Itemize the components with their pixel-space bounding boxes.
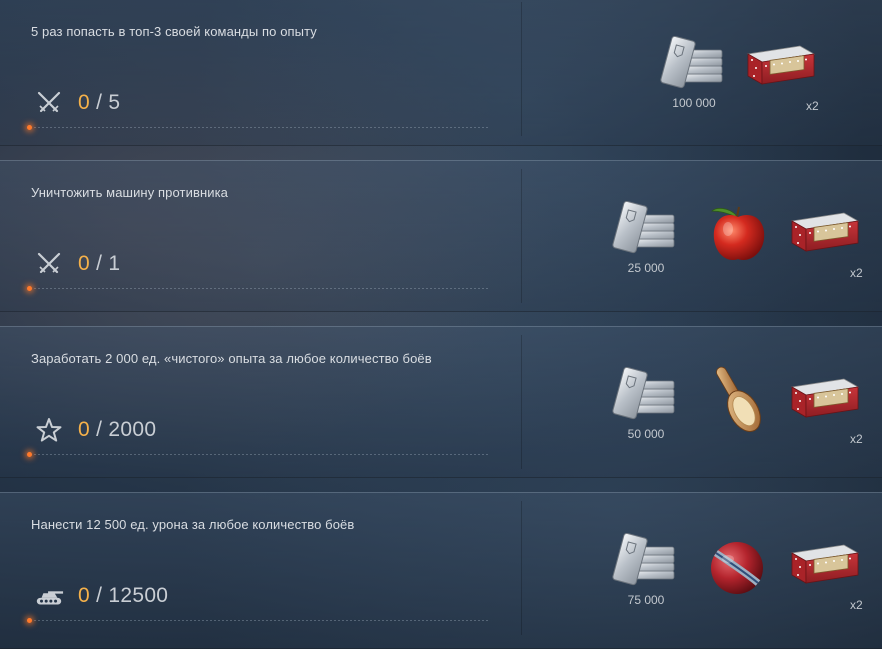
divider-glow-dot: [27, 286, 32, 291]
tank-icon: [34, 581, 64, 611]
reward-gift-box[interactable]: [788, 373, 862, 421]
progress-total: / 5: [96, 91, 121, 114]
reward-count: x2: [806, 99, 819, 113]
reward-gift-box[interactable]: [788, 207, 862, 255]
reward-ball[interactable]: [708, 539, 766, 597]
reward-silver[interactable]: 100 000: [660, 36, 728, 110]
progress-total: / 2000: [96, 418, 157, 441]
column-separator: [521, 335, 522, 469]
divider: [30, 454, 490, 455]
star-icon: [34, 415, 64, 445]
gift-box-icon: [790, 378, 860, 418]
progress-counter: 0 / 1: [78, 252, 120, 276]
brush-icon: [716, 366, 761, 432]
divider-glow-dot: [27, 125, 32, 130]
reward-brush[interactable]: [706, 359, 768, 439]
progress-counter: 0 / 12500: [78, 584, 168, 608]
divider: [30, 288, 490, 289]
silver-icon: [612, 533, 675, 586]
task-card[interactable]: 5 раз попасть в топ-3 своей команды по о…: [0, 0, 882, 146]
column-separator: [521, 2, 522, 136]
reward-apple[interactable]: [706, 197, 770, 267]
task-progress: 0 / 5: [34, 88, 120, 118]
progress-current: 0: [78, 91, 90, 114]
reward-gift-box[interactable]: [744, 40, 818, 88]
progress-counter: 0 / 2000: [78, 418, 156, 442]
reward-amount: 100 000: [672, 96, 716, 110]
silver-icon: [612, 201, 675, 254]
divider-glow-dot: [27, 618, 32, 623]
progress-current: 0: [78, 418, 90, 441]
reward-count: x2: [850, 432, 863, 446]
gift-box-icon: [790, 544, 860, 584]
task-progress: 0 / 1: [34, 249, 120, 279]
reward-amount: 75 000: [627, 593, 665, 607]
silver-icon: [660, 36, 723, 89]
gift-box-icon: [790, 212, 860, 252]
task-title: Нанести 12 500 ед. урона за любое количе…: [31, 517, 355, 532]
task-card[interactable]: Заработать 2 000 ед. «чистого» опыта за …: [0, 326, 882, 478]
progress-counter: 0 / 5: [78, 91, 120, 115]
progress-total: / 1: [96, 252, 121, 275]
apple-icon: [711, 206, 765, 261]
divider: [30, 620, 490, 621]
task-card[interactable]: Нанести 12 500 ед. урона за любое количе…: [0, 492, 882, 649]
reward-amount: 50 000: [627, 427, 665, 441]
silver-icon: [612, 367, 675, 420]
task-progress: 0 / 12500: [34, 581, 168, 611]
gift-box-icon: [746, 45, 816, 85]
ball-icon: [711, 542, 763, 594]
task-progress: 0 / 2000: [34, 415, 156, 445]
progress-total: / 12500: [96, 584, 169, 607]
reward-count: x2: [850, 598, 863, 612]
crossed-swords-icon: [34, 88, 64, 118]
column-separator: [521, 501, 522, 635]
task-card[interactable]: Уничтожить машину противника 0 / 1 25 00…: [0, 160, 882, 312]
reward-silver[interactable]: 75 000: [612, 533, 680, 607]
divider: [30, 127, 490, 128]
progress-current: 0: [78, 584, 90, 607]
reward-amount: 25 000: [627, 261, 665, 275]
reward-gift-box[interactable]: [788, 539, 862, 587]
task-title: Уничтожить машину противника: [31, 185, 229, 200]
progress-current: 0: [78, 252, 90, 275]
divider-glow-dot: [27, 452, 32, 457]
reward-silver[interactable]: 25 000: [612, 201, 680, 275]
crossed-swords-icon: [34, 249, 64, 279]
reward-count: x2: [850, 266, 863, 280]
task-title: Заработать 2 000 ед. «чистого» опыта за …: [31, 351, 432, 366]
reward-silver[interactable]: 50 000: [612, 367, 680, 441]
task-title: 5 раз попасть в топ-3 своей команды по о…: [31, 24, 317, 39]
column-separator: [521, 169, 522, 303]
